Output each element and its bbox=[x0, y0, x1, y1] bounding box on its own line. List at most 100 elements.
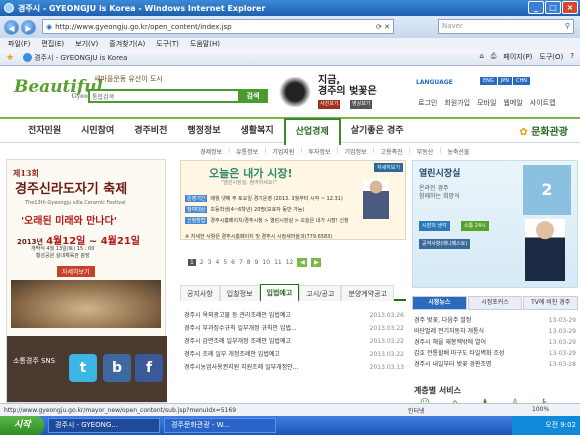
list-item[interactable]: 비단벌레 전기자동차 개통식 13-03-29 bbox=[414, 326, 576, 337]
list-item[interactable]: 경주시 옥외광고물 등 관리조례안 입법예고 2013.03.26 bbox=[184, 309, 404, 322]
communication-24-button[interactable]: 소통 24시 bbox=[461, 221, 489, 231]
nav-civil-service[interactable]: 전자민원 bbox=[18, 119, 71, 143]
page-number[interactable]: 4 bbox=[215, 259, 219, 266]
nav-industry-economy[interactable]: 산업경제 bbox=[283, 118, 341, 145]
item-title[interactable]: 경주 벚꽃, 다음주 절정 bbox=[414, 315, 471, 326]
facebook-icon[interactable]: f bbox=[135, 354, 163, 382]
pager-prev-icon[interactable]: ◀ bbox=[297, 258, 308, 267]
photo-view-button[interactable]: 사진보기 bbox=[318, 100, 341, 109]
page-number[interactable]: 6 bbox=[231, 259, 235, 266]
browser-search-input[interactable]: Naver ⚲ bbox=[438, 19, 574, 34]
item-title[interactable]: 갑호 전통할배 마구도 타일벽화 조성 bbox=[414, 348, 504, 359]
page-number[interactable]: 12 bbox=[286, 259, 294, 266]
close-button[interactable]: × bbox=[562, 1, 578, 14]
item-title[interactable]: 비단벌레 전기자동차 개통식 bbox=[414, 326, 484, 337]
list-item[interactable]: 경주 벚꽃, 다음주 절정 13-03-29 bbox=[414, 315, 576, 326]
pager-next-icon[interactable]: ▶ bbox=[311, 258, 322, 267]
subnav-item[interactable]: 투자정보 bbox=[308, 147, 330, 156]
taskbar-item[interactable]: 경주시 - GYEONG... bbox=[48, 418, 160, 433]
nav-admin-info[interactable]: 행정정보 bbox=[177, 119, 230, 143]
lang-jpn[interactable]: JPN bbox=[497, 77, 513, 85]
nav-good-living[interactable]: 살기좋은 경주 bbox=[341, 119, 414, 143]
help-icon[interactable]: ? bbox=[570, 52, 574, 62]
favorites-star-icon[interactable]: ★ bbox=[6, 53, 14, 63]
mayor-thoughts-button[interactable]: 시장의 생각 bbox=[419, 221, 450, 231]
twitter-icon[interactable]: t bbox=[69, 354, 97, 382]
url-field[interactable]: ◉ http://www.gyeongju.go.kr/open_content… bbox=[42, 19, 394, 34]
site-search-input[interactable]: 통합검색 검색 bbox=[88, 89, 268, 103]
back-button[interactable]: ◀ bbox=[4, 19, 19, 35]
tools-menu[interactable]: 도구(O) bbox=[539, 52, 563, 62]
nav-welfare[interactable]: 생활복지 bbox=[231, 119, 284, 143]
subnav-item[interactable]: 유통정보 bbox=[236, 147, 258, 156]
print-icon[interactable]: ⎙ bbox=[491, 52, 497, 62]
subnav-item[interactable]: 경제정보 bbox=[200, 147, 222, 156]
page-number[interactable]: 3 bbox=[208, 259, 212, 266]
forward-button[interactable]: ▶ bbox=[21, 19, 36, 35]
browser-tab[interactable]: 경주시 - GYEONGJU is Korea bbox=[23, 53, 127, 63]
blog-icon[interactable]: b bbox=[103, 354, 131, 382]
home-icon[interactable]: ⌂ bbox=[479, 52, 483, 62]
mobile-link[interactable]: 모바일 bbox=[477, 98, 496, 108]
item-title[interactable]: 경주시 해을 재봉헥밖에 열어 bbox=[414, 337, 486, 348]
page-number[interactable]: 11 bbox=[274, 259, 282, 266]
list-item[interactable]: 경주시 내일부터 벚꽃 경판조명 13-03-28 bbox=[414, 359, 576, 370]
menu-help[interactable]: 도움말(H) bbox=[190, 39, 220, 49]
item-title[interactable]: 경주시 감면조례 일부개정 조례안 입법예고 bbox=[184, 335, 291, 348]
page-number[interactable]: 1 bbox=[188, 259, 196, 266]
site-search-button[interactable]: 검색 bbox=[238, 89, 268, 103]
taskbar-item[interactable]: 경주문화관광 - W... bbox=[164, 418, 276, 433]
subnav-item[interactable]: 고용촉진 bbox=[381, 147, 403, 156]
video-view-button[interactable]: 영상보기 bbox=[350, 100, 373, 109]
tab-city-news[interactable]: 시정뉴스 bbox=[412, 296, 467, 310]
lang-eng[interactable]: ENG bbox=[480, 77, 497, 85]
menu-file[interactable]: 파일(F) bbox=[8, 39, 30, 49]
tab-legislative-notice[interactable]: 입법예고 bbox=[259, 284, 300, 302]
page-number[interactable]: 10 bbox=[262, 259, 270, 266]
menu-tools[interactable]: 도구(T) bbox=[156, 39, 179, 49]
zoom-level[interactable]: 100% bbox=[532, 406, 549, 413]
refresh-icon[interactable]: ⟳ ✕ bbox=[376, 23, 390, 31]
menu-edit[interactable]: 편집(E) bbox=[41, 39, 64, 49]
nav-participation[interactable]: 시민참여 bbox=[71, 119, 124, 143]
mayor-for-a-day-banner[interactable]: 오늘은 내가 시장! "열린시장실, 참여하세요!" 자세히보기 운영기간 매월 … bbox=[180, 160, 406, 240]
cherry-blossom-promo[interactable]: 지금, 경주의 벚꽃은 사진보기 영상보기 bbox=[276, 73, 386, 111]
nav-vision[interactable]: 경주비전 bbox=[124, 119, 177, 143]
tab-bidding[interactable]: 입찰정보 bbox=[219, 285, 260, 301]
list-item[interactable]: 갑호 전통할배 마구도 타일벽화 조성 13-03-29 bbox=[414, 348, 576, 359]
list-item[interactable]: 경주시농업사용권지원 지원조례 일부개정안... 2013.03.13 bbox=[184, 361, 404, 374]
page-menu[interactable]: 페이지(P) bbox=[503, 52, 532, 62]
tab-tv-gyeongju[interactable]: TV에 비친 경주 bbox=[523, 296, 579, 310]
page-number[interactable]: 2 bbox=[200, 259, 204, 266]
nav-culture-tourism[interactable]: ✿ 문화관광 bbox=[519, 123, 568, 138]
subnav-item[interactable]: 부동산 bbox=[417, 147, 434, 156]
tab-sale-contract[interactable]: 분양계약공고 bbox=[341, 285, 395, 301]
page-number[interactable]: 5 bbox=[223, 259, 227, 266]
list-item[interactable]: 경주시 부과징수규칙 일부개정 규칙안 입법... 2013.03.22 bbox=[184, 322, 404, 335]
subnav-item[interactable]: 기업지원 bbox=[272, 147, 294, 156]
minimize-button[interactable]: _ bbox=[528, 1, 544, 14]
item-title[interactable]: 경주시 조례 일부 개정조례안 입법예고 bbox=[184, 348, 280, 361]
item-title[interactable]: 경주시 부과징수규칙 일부개정 규칙안 입법... bbox=[184, 322, 297, 335]
item-title[interactable]: 경주시 내일부터 벚꽃 경판조명 bbox=[414, 359, 491, 370]
maximize-button[interactable]: □ bbox=[545, 1, 561, 14]
sitemap-link[interactable]: 사이트맵 bbox=[530, 98, 556, 108]
festival-banner[interactable]: 제13회 경주신라도자기 축제 The13th Gyeongju silla C… bbox=[6, 159, 167, 403]
list-item[interactable]: 경주시 조례 일부 개정조례안 입법예고 2013.03.22 bbox=[184, 348, 404, 361]
list-item[interactable]: 경주시 감면조례 일부개정 조례안 입법예고 2013.03.22 bbox=[184, 335, 404, 348]
webmail-link[interactable]: 웹메일 bbox=[503, 98, 522, 108]
banner-more-button[interactable]: 자세히보기 bbox=[373, 163, 403, 172]
start-button[interactable]: 시작 bbox=[0, 416, 44, 435]
subnav-item[interactable]: 기업정보 bbox=[345, 147, 367, 156]
manifesto-button[interactable]: 공약사항(매니페스토) bbox=[419, 239, 471, 249]
list-item[interactable]: 경주시 해을 재봉헥밖에 열어 13-03-29 bbox=[414, 337, 576, 348]
item-title[interactable]: 경주시 옥외광고물 등 관리조례안 입법예고 bbox=[184, 309, 291, 322]
page-number[interactable]: 8 bbox=[247, 259, 251, 266]
tab-announcement[interactable]: 고시/공고 bbox=[299, 285, 342, 301]
login-link[interactable]: 로그인 bbox=[418, 98, 437, 108]
tab-city-focus[interactable]: 시정포커스 bbox=[467, 296, 523, 310]
festival-more-button[interactable]: 자세히보기 bbox=[57, 266, 95, 277]
page-number[interactable]: 9 bbox=[255, 259, 259, 266]
signup-link[interactable]: 회원가입 bbox=[444, 98, 470, 108]
item-title[interactable]: 경주시농업사용권지원 지원조례 일부개정안... bbox=[184, 361, 298, 374]
